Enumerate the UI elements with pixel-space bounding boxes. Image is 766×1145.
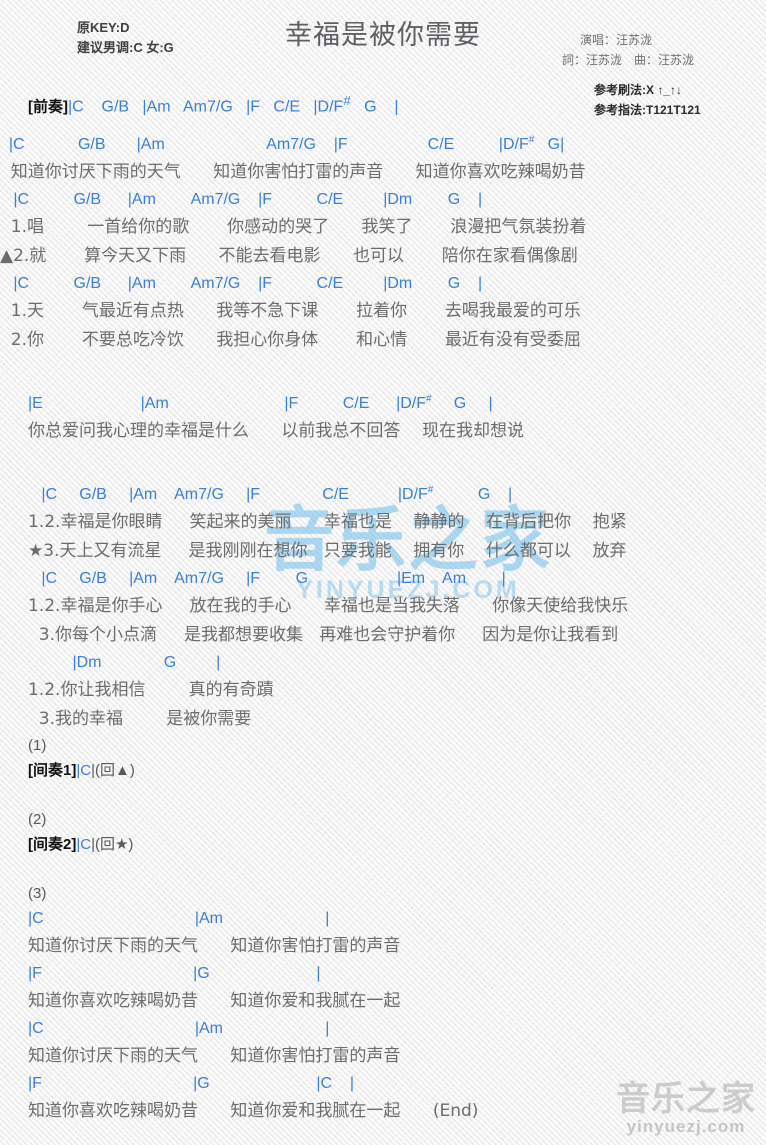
interlude-2: (2) [间奏2]|C|(回★) — [0, 808, 766, 858]
verse1-lyric-2a: 1.唱 一首给你的歌 你感动的哭了 我笑了 浪漫把气氛装扮着 — [0, 217, 587, 237]
interlude2-chord: |C — [76, 836, 92, 853]
outro-number: (3) — [28, 885, 47, 902]
interlude1-row: [间奏1]|C|(回▲) — [28, 758, 766, 784]
verse-1: |C G/B |Am Am7/G |F C/E |D/F# G| 知道你讨厌下雨… — [0, 132, 766, 355]
prechorus-lyric: 你总爱问我心理的幸福是什么 以前我总不回答 现在我却想说 — [28, 421, 525, 441]
interlude1-number: (1) — [28, 737, 47, 754]
performer: 演唱：汪苏泷 — [580, 33, 653, 47]
outro-chordline: |C |Am | — [28, 1020, 330, 1037]
play-info: 参考刷法:X ↑_↑↓ 参考指法:T121T121 — [562, 80, 752, 120]
fingering-pattern: 参考指法:T121T121 — [594, 103, 701, 117]
outro-lyric: 知道你讨厌下雨的天气 知道你害怕打雷的声音 — [28, 1046, 401, 1066]
prechorus-chords-b: G | — [431, 395, 493, 412]
chorus-chords-1a: |C G/B |Am Am7/G |F C/E |D/F — [28, 486, 428, 503]
verse1-chords-1a: |C G/B |Am Am7/G |F C/E |D/F — [0, 136, 529, 153]
interlude2-row: [间奏2]|C|(回★) — [28, 832, 766, 858]
outro: (3) |C |Am | 知道你讨厌下雨的天气 知道你害怕打雷的声音 |F |G… — [0, 882, 766, 1126]
chord-sheet-page: 音乐之家 YINYUEZJ.COM 音乐之家 yinyuezj.com 原KEY… — [0, 0, 766, 1145]
prechorus-chordline: |E |Am |F C/E |D/F# G | — [28, 393, 493, 412]
strum-pattern: 参考刷法:X ↑_↑↓ — [594, 83, 683, 97]
intro-row: [前奏]|C G/B |Am Am7/G |F C/E |D/F# G | — [28, 93, 399, 116]
interlude-1: (1) [间奏1]|C|(回▲) — [0, 734, 766, 784]
chorus-lyric-2b: 3.你每个小点滴 是我都想要收集 再难也会守护着你 因为是你让我看到 — [28, 625, 619, 645]
interlude1-tag: [间奏1] — [28, 762, 77, 779]
verse1-lyric-3b: 2.你 不要总吃冷饮 我担心你身体 和心情 最近有没有受委屈 — [0, 330, 581, 350]
verse1-lyric-3a: 1.天 气最近有点热 我等不急下课 拉着你 去喝我最爱的可乐 — [0, 301, 581, 321]
outro-lyric: 知道你喜欢吃辣喝奶昔 知道你爱和我腻在一起 — [28, 991, 401, 1011]
verse1-chordline-1: |C G/B |Am Am7/G |F C/E |D/F# G| — [0, 134, 565, 153]
chorus-chordline-1: |C G/B |Am Am7/G |F C/E |D/F# G | — [28, 484, 513, 503]
chorus-chordline-3: |Dm G | — [28, 654, 221, 671]
sheet-header: 原KEY:D 建议男调:C 女:G 幸福是被你需要 演唱：汪苏泷 詞：汪苏泷 曲… — [0, 0, 766, 132]
chorus-chords-1b: G | — [433, 486, 513, 503]
interlude2-repeat: |(回★) — [91, 836, 134, 853]
intro-chords-tail: G | — [350, 98, 399, 116]
writer-composer: 詞：汪苏泷 曲：汪苏泷 — [562, 53, 695, 67]
chorus-lyric-3a: 1.2.你让我相信 真的有奇蹟 — [28, 680, 274, 700]
chorus-lyric-3b: 3.我的幸福 是被你需要 — [28, 709, 252, 729]
verse1-chordline-2: |C G/B |Am Am7/G |F C/E |Dm G | — [0, 191, 483, 208]
verse1-lyric-2b: ▲2.就 算今天又下雨 不能去看电影 也可以 陪你在家看偶像剧 — [0, 246, 578, 266]
outro-lyric: 知道你讨厌下雨的天气 知道你害怕打雷的声音 — [28, 936, 401, 956]
interlude1-chord: |C — [76, 762, 92, 779]
chorus-lyric-2a: 1.2.幸福是你手心 放在我的手心 幸福也是当我失落 你像天使给我快乐 — [28, 596, 629, 616]
chorus: |C G/B |Am Am7/G |F C/E |D/F# G | 1.2.幸福… — [0, 482, 766, 734]
outro-chordline: |F |G | — [28, 965, 321, 982]
outro-lyric: 知道你喜欢吃辣喝奶昔 知道你爱和我腻在一起 (End) — [28, 1101, 479, 1121]
interlude1-repeat: |(回▲) — [91, 762, 135, 779]
credits: 演唱：汪苏泷 詞：汪苏泷 曲：汪苏泷 — [562, 30, 752, 70]
intro-chords: |C G/B |Am Am7/G |F C/E |D/F — [68, 98, 344, 116]
sheet-content: 原KEY:D 建议男调:C 女:G 幸福是被你需要 演唱：汪苏泷 詞：汪苏泷 曲… — [0, 0, 766, 1126]
interlude2-number: (2) — [28, 811, 47, 828]
interlude2-tag: [间奏2] — [28, 836, 77, 853]
prechorus-chords-a: |E |Am |F C/E |D/F — [28, 395, 427, 412]
chorus-lyric-1a: 1.2.幸福是你眼睛 笑起来的美丽 幸福也是 静静的 在背后把你 抱紧 — [28, 512, 627, 532]
chorus-chordline-2: |C G/B |Am Am7/G |F G |Em Am | — [28, 570, 506, 587]
chorus-lyric-1b: ★3.天上又有流星 是我刚刚在想你 只要我能 拥有你 什么都可以 放弃 — [28, 541, 627, 561]
prechorus: |E |Am |F C/E |D/F# G | 你总爱问我心理的幸福是什么 以前… — [0, 391, 766, 446]
verse1-chords-1b: G| — [534, 136, 565, 153]
verse1-chordline-3: |C G/B |Am Am7/G |F C/E |Dm G | — [0, 275, 483, 292]
outro-chordline: |C |Am | — [28, 910, 330, 927]
verse1-lyric-1: 知道你讨厌下雨的天气 知道你害怕打雷的声音 知道你喜欢吃辣喝奶昔 — [0, 162, 586, 182]
intro-tag: [前奏] — [28, 98, 68, 116]
outro-chordline: |F |G |C | — [28, 1075, 355, 1092]
